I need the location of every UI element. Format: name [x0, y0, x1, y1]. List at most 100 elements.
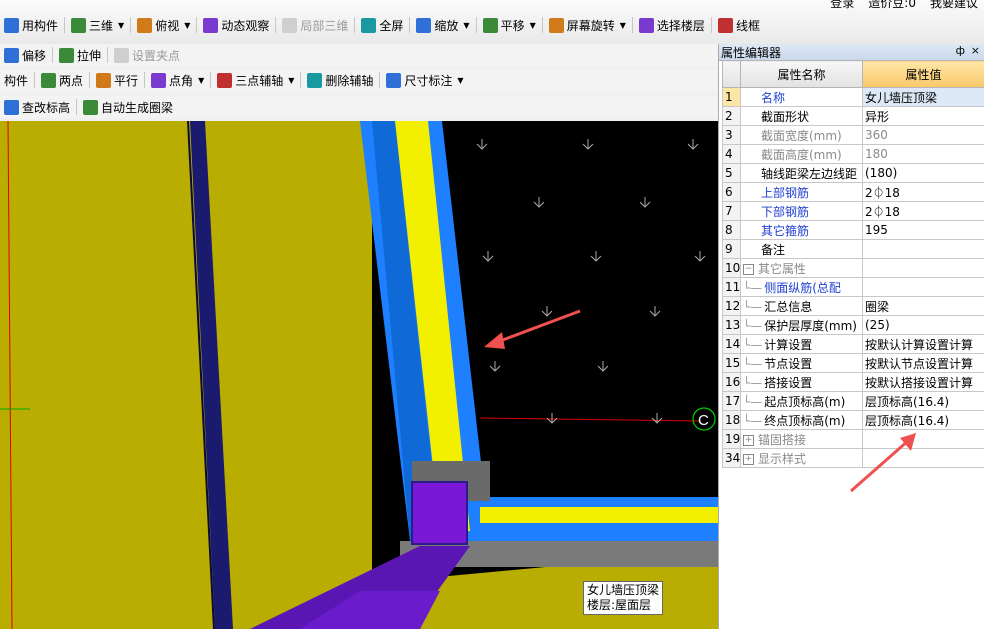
property-value[interactable]: 2⏀18	[862, 201, 984, 221]
dimension-icon	[386, 72, 402, 88]
tree-branch-icon: └—	[743, 413, 763, 428]
toolbar-button-2[interactable]: 俯视 ▼	[133, 15, 194, 35]
property-value[interactable]: (25)	[862, 315, 984, 335]
toolbar-button-0[interactable]: 查改标高	[0, 97, 74, 117]
property-row[interactable]: 4 截面高度(mm) 180	[722, 144, 984, 164]
top-link-0[interactable]: 登录	[830, 0, 854, 11]
property-row[interactable]: 34 + 显示样式	[722, 448, 984, 468]
toolbar-button-3[interactable]: 点角 ▼	[147, 70, 208, 90]
toolbar-button-10[interactable]: 线框	[714, 15, 764, 35]
property-value[interactable]	[862, 448, 984, 468]
property-value[interactable]: 女儿墙压顶梁	[862, 87, 984, 107]
toolbar-button-6[interactable]: 缩放 ▼	[412, 15, 473, 35]
property-value[interactable]: 180	[862, 144, 984, 164]
property-value[interactable]	[862, 277, 984, 297]
toolbar-button-1[interactable]: 两点	[37, 70, 87, 90]
dropdown-arrow-icon[interactable]: ▼	[288, 76, 294, 85]
toolbar-button-4[interactable]: 局部三维	[278, 15, 352, 35]
toolbar-button-label: 偏移	[22, 48, 47, 63]
toolbar-button-6[interactable]: 尺寸标注 ▼	[382, 70, 467, 90]
property-row[interactable]: 3 截面宽度(mm) 360	[722, 125, 984, 145]
toolbar-button-0[interactable]: 用构件	[0, 15, 62, 35]
toolbar-button-0[interactable]: 构件	[0, 70, 32, 90]
property-row[interactable]: 13 └— 保护层厚度(mm) (25)	[722, 315, 984, 335]
property-value[interactable]	[862, 239, 984, 259]
toolbar-button-9[interactable]: 选择楼层	[635, 15, 709, 35]
property-value[interactable]: 360	[862, 125, 984, 145]
property-row[interactable]: 16 └— 搭接设置 按默认搭接设置计算	[722, 372, 984, 392]
property-row[interactable]: 14 └— 计算设置 按默认计算设置计算	[722, 334, 984, 354]
cursor-label: C	[698, 412, 709, 429]
3d-viewport[interactable]: C 女儿墙压顶梁 楼层:屋面层	[0, 121, 718, 629]
tree-branch-icon: └—	[743, 299, 763, 314]
property-value[interactable]: (180)	[862, 163, 984, 183]
toolbar-button-8[interactable]: 屏幕旋转 ▼	[545, 15, 630, 35]
property-row[interactable]: 5 轴线距梁左边线距 (180)	[722, 163, 984, 183]
property-row[interactable]: 18 └— 终点顶标高(m) 层顶标高(16.4)	[722, 410, 984, 430]
property-value[interactable]: 圈梁	[862, 296, 984, 316]
property-row[interactable]: 19 + 锚固搭接	[722, 429, 984, 449]
expand-icon[interactable]: +	[743, 453, 754, 465]
property-value[interactable]: 层顶标高(16.4)	[862, 391, 984, 411]
toolbar-button-1[interactable]: 三维 ▼	[67, 15, 128, 35]
property-value[interactable]: 按默认计算设置计算	[862, 334, 984, 354]
property-row[interactable]: 10− 其它属性	[722, 258, 984, 278]
property-value[interactable]: 按默认节点设置计算	[862, 353, 984, 373]
toolbar-button-label: 删除辅轴	[325, 73, 374, 88]
tree-branch-icon: └—	[743, 337, 763, 352]
property-value[interactable]: 195	[862, 220, 984, 240]
toolbar-button-0[interactable]: 偏移	[0, 45, 50, 65]
toolbar-separator	[34, 72, 36, 88]
property-row[interactable]: 17 └— 起点顶标高(m) 层顶标高(16.4)	[722, 391, 984, 411]
toolbar-button-5[interactable]: 全屏	[357, 15, 407, 35]
toolbar-button-label: 三点辅轴	[235, 73, 284, 88]
property-value[interactable]: 异形	[862, 106, 984, 126]
expand-icon[interactable]: +	[743, 434, 754, 446]
toolbar-button-5[interactable]: 删除辅轴	[303, 70, 377, 90]
dropdown-arrow-icon[interactable]: ▼	[463, 21, 469, 30]
toolbar-button-1[interactable]: 拉伸	[55, 45, 105, 65]
property-row[interactable]: 2 截面形状 异形	[722, 106, 984, 126]
collapse-icon[interactable]: −	[743, 263, 754, 275]
toolbar-button-3[interactable]: 动态观察	[199, 15, 273, 35]
floor-select-icon	[638, 17, 654, 33]
property-row[interactable]: 11 └— 侧面纵筋(总配	[722, 277, 984, 297]
property-row[interactable]: 6 上部钢筋 2⏀18	[722, 182, 984, 202]
property-name: 下部钢筋	[740, 201, 863, 221]
property-row[interactable]: 7 下部钢筋 2⏀18	[722, 201, 984, 221]
property-value[interactable]: 层顶标高(16.4)	[862, 410, 984, 430]
property-value[interactable]: 2⏀18	[862, 182, 984, 202]
property-row[interactable]: 12 └— 汇总信息 圈梁	[722, 296, 984, 316]
property-row[interactable]: 1 名称 女儿墙压顶梁	[722, 87, 984, 107]
property-name: └— 侧面纵筋(总配	[740, 277, 863, 297]
toolbar-button-4[interactable]: 三点辅轴 ▼	[213, 70, 298, 90]
header-property-name: 属性名称	[740, 60, 863, 88]
dropdown-arrow-icon[interactable]: ▼	[184, 21, 190, 30]
dropdown-arrow-icon[interactable]: ▼	[530, 21, 536, 30]
top-link-1[interactable]: 造价豆:0	[868, 0, 916, 11]
dropdown-arrow-icon[interactable]: ▼	[620, 21, 626, 30]
toolbar-button-2[interactable]: 平行	[92, 70, 142, 90]
property-row-number: 19	[722, 429, 741, 449]
auto-ring-beam-icon	[83, 99, 99, 115]
toolbar-button-label: 尺寸标注	[404, 73, 453, 88]
scene-canvas[interactable]: C	[0, 121, 718, 629]
property-row-number: 16	[722, 372, 741, 392]
toolbar-button-2[interactable]: 设置夹点	[110, 45, 184, 65]
top-link-2[interactable]: 我要建议	[930, 0, 978, 11]
close-icon[interactable]: ×	[971, 44, 980, 57]
toolbar-button-label: 用构件	[22, 18, 59, 33]
property-row[interactable]: 15 └— 节点设置 按默认节点设置计算	[722, 353, 984, 373]
toolbar-button-7[interactable]: 平移 ▼	[479, 15, 540, 35]
property-value[interactable]: 按默认搭接设置计算	[862, 372, 984, 392]
dropdown-arrow-icon[interactable]: ▼	[118, 21, 124, 30]
dropdown-arrow-icon[interactable]: ▼	[457, 76, 463, 85]
property-value[interactable]	[862, 429, 984, 449]
property-row[interactable]: 9 备注	[722, 239, 984, 259]
property-value[interactable]	[862, 258, 984, 278]
pin-icon[interactable]: ф	[956, 44, 965, 57]
property-row[interactable]: 8 其它箍筋 195	[722, 220, 984, 240]
toolbar-separator	[210, 72, 212, 88]
toolbar-button-1[interactable]: 自动生成圈梁	[79, 97, 177, 117]
dropdown-arrow-icon[interactable]: ▼	[198, 76, 204, 85]
